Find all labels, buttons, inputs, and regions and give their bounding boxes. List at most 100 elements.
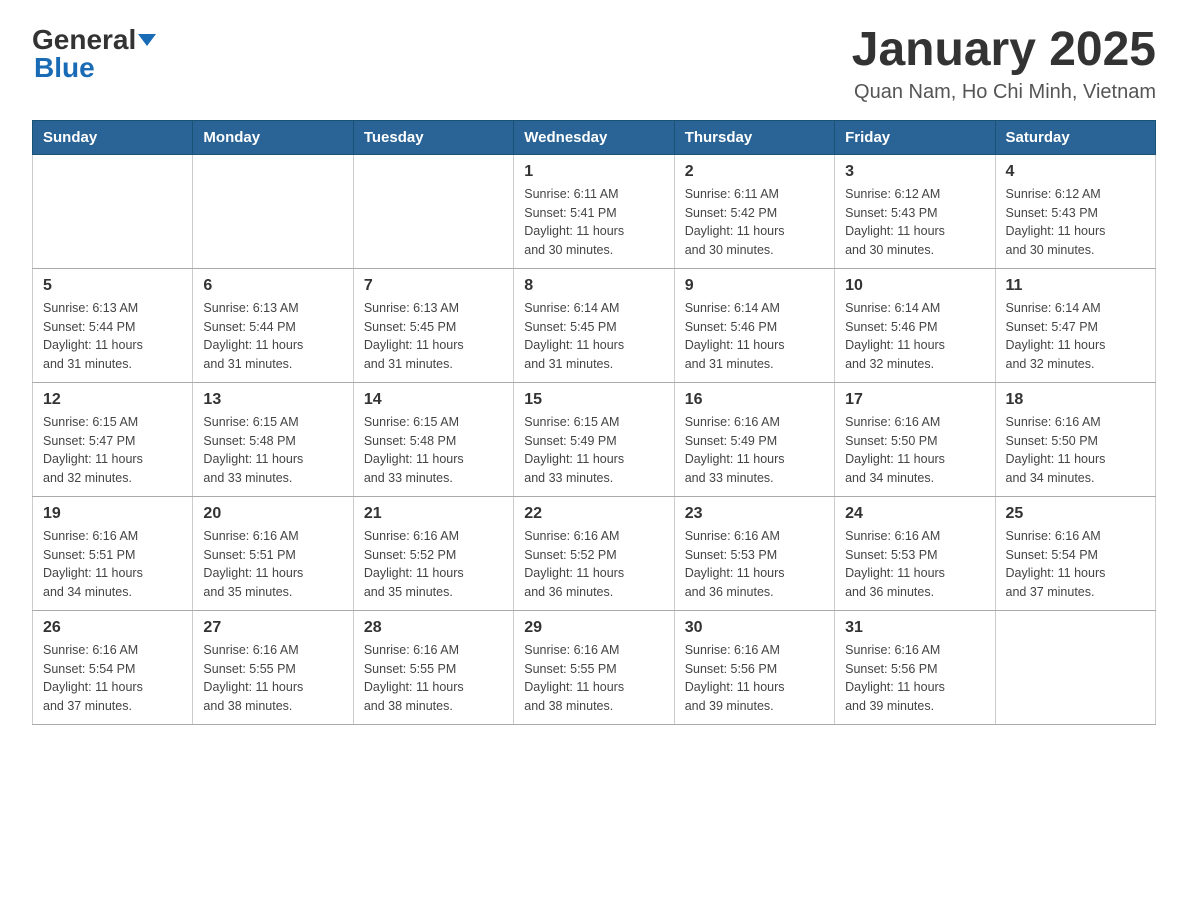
calendar-cell: 9 Sunrise: 6:14 AM Sunset: 5:46 PM Daylig…	[674, 268, 834, 382]
calendar-week-row: 12Sunrise: 6:15 AM Sunset: 5:47 PM Dayli…	[33, 382, 1156, 496]
day-info: Sunrise: 6:11 AM Sunset: 5:41 PM Dayligh…	[524, 185, 663, 260]
calendar-week-row: 26 Sunrise: 6:16 AM Sunset: 5:54 PM Dayli…	[33, 610, 1156, 724]
day-number: 20	[203, 505, 342, 523]
calendar-cell: 29 Sunrise: 6:16 AM Sunset: 5:55 PM Dayli…	[514, 610, 674, 724]
day-number: 6	[203, 277, 342, 295]
calendar-day-header: Tuesday	[353, 120, 513, 154]
calendar-week-row: 1 Sunrise: 6:11 AM Sunset: 5:41 PM Daylig…	[33, 154, 1156, 268]
day-info: Sunrise: 6:15 AM Sunset: 5:48 PM Dayligh…	[364, 413, 503, 488]
day-info: Sunrise: 6:16 AM Sunset: 5:51 PM Dayligh…	[203, 527, 342, 602]
calendar-cell: 15 Sunrise: 6:15 AM Sunset: 5:49 PM Dayli…	[514, 382, 674, 496]
day-number: 16	[685, 391, 824, 409]
day-number: 11	[1006, 277, 1145, 295]
day-number: 10	[845, 277, 984, 295]
day-info: Sunrise: 6:16 AM Sunset: 5:50 PM Dayligh…	[1006, 413, 1145, 488]
calendar-week-row: 5Sunrise: 6:13 AM Sunset: 5:44 PM Daylig…	[33, 268, 1156, 382]
day-info: Sunrise: 6:16 AM Sunset: 5:52 PM Dayligh…	[524, 527, 663, 602]
calendar-cell: 2 Sunrise: 6:11 AM Sunset: 5:42 PM Daylig…	[674, 154, 834, 268]
day-number: 18	[1006, 391, 1145, 409]
calendar-cell: 28Sunrise: 6:16 AM Sunset: 5:55 PM Dayli…	[353, 610, 513, 724]
day-number: 7	[364, 277, 503, 295]
logo-blue-text: Blue	[34, 52, 95, 84]
day-number: 9	[685, 277, 824, 295]
day-info: Sunrise: 6:13 AM Sunset: 5:44 PM Dayligh…	[43, 299, 182, 374]
calendar-cell: 7 Sunrise: 6:13 AM Sunset: 5:45 PM Daylig…	[353, 268, 513, 382]
calendar-day-header: Saturday	[995, 120, 1155, 154]
day-info: Sunrise: 6:14 AM Sunset: 5:46 PM Dayligh…	[685, 299, 824, 374]
calendar-cell: 24 Sunrise: 6:16 AM Sunset: 5:53 PM Dayli…	[835, 496, 995, 610]
calendar-cell	[193, 154, 353, 268]
day-info: Sunrise: 6:16 AM Sunset: 5:49 PM Dayligh…	[685, 413, 824, 488]
day-info: Sunrise: 6:16 AM Sunset: 5:55 PM Dayligh…	[203, 641, 342, 716]
calendar-cell: 16 Sunrise: 6:16 AM Sunset: 5:49 PM Dayli…	[674, 382, 834, 496]
day-number: 3	[845, 163, 984, 181]
day-info: Sunrise: 6:16 AM Sunset: 5:53 PM Dayligh…	[845, 527, 984, 602]
calendar-cell: 31 Sunrise: 6:16 AM Sunset: 5:56 PM Dayli…	[835, 610, 995, 724]
day-info: Sunrise: 6:11 AM Sunset: 5:42 PM Dayligh…	[685, 185, 824, 260]
day-number: 12	[43, 391, 182, 409]
header: General Blue January 2025 Quan Nam, Ho C…	[32, 24, 1156, 104]
calendar-cell: 25Sunrise: 6:16 AM Sunset: 5:54 PM Dayli…	[995, 496, 1155, 610]
day-info: Sunrise: 6:13 AM Sunset: 5:45 PM Dayligh…	[364, 299, 503, 374]
calendar-cell: 1 Sunrise: 6:11 AM Sunset: 5:41 PM Daylig…	[514, 154, 674, 268]
day-info: Sunrise: 6:14 AM Sunset: 5:46 PM Dayligh…	[845, 299, 984, 374]
page-subtitle: Quan Nam, Ho Chi Minh, Vietnam	[852, 81, 1156, 104]
day-info: Sunrise: 6:12 AM Sunset: 5:43 PM Dayligh…	[845, 185, 984, 260]
day-number: 26	[43, 619, 182, 637]
calendar-cell: 5Sunrise: 6:13 AM Sunset: 5:44 PM Daylig…	[33, 268, 193, 382]
calendar-cell	[33, 154, 193, 268]
day-info: Sunrise: 6:16 AM Sunset: 5:50 PM Dayligh…	[845, 413, 984, 488]
day-info: Sunrise: 6:16 AM Sunset: 5:56 PM Dayligh…	[845, 641, 984, 716]
calendar-day-header: Sunday	[33, 120, 193, 154]
day-info: Sunrise: 6:14 AM Sunset: 5:47 PM Dayligh…	[1006, 299, 1145, 374]
calendar-day-header: Monday	[193, 120, 353, 154]
calendar-day-header: Friday	[835, 120, 995, 154]
calendar-cell: 26 Sunrise: 6:16 AM Sunset: 5:54 PM Dayli…	[33, 610, 193, 724]
calendar-cell: 12Sunrise: 6:15 AM Sunset: 5:47 PM Dayli…	[33, 382, 193, 496]
day-number: 28	[364, 619, 503, 637]
logo-area: General Blue	[32, 24, 158, 84]
logo-triangle-icon	[138, 34, 156, 46]
day-number: 17	[845, 391, 984, 409]
page-title: January 2025	[852, 24, 1156, 77]
day-info: Sunrise: 6:16 AM Sunset: 5:55 PM Dayligh…	[524, 641, 663, 716]
calendar-cell: 19 Sunrise: 6:16 AM Sunset: 5:51 PM Dayli…	[33, 496, 193, 610]
day-number: 24	[845, 505, 984, 523]
calendar-cell: 23Sunrise: 6:16 AM Sunset: 5:53 PM Dayli…	[674, 496, 834, 610]
calendar-cell: 3 Sunrise: 6:12 AM Sunset: 5:43 PM Daylig…	[835, 154, 995, 268]
day-number: 4	[1006, 163, 1145, 181]
calendar-table: SundayMondayTuesdayWednesdayThursdayFrid…	[32, 120, 1156, 725]
calendar-week-row: 19 Sunrise: 6:16 AM Sunset: 5:51 PM Dayli…	[33, 496, 1156, 610]
day-number: 31	[845, 619, 984, 637]
day-info: Sunrise: 6:15 AM Sunset: 5:48 PM Dayligh…	[203, 413, 342, 488]
day-number: 27	[203, 619, 342, 637]
day-number: 8	[524, 277, 663, 295]
calendar-cell	[353, 154, 513, 268]
day-info: Sunrise: 6:13 AM Sunset: 5:44 PM Dayligh…	[203, 299, 342, 374]
day-number: 1	[524, 163, 663, 181]
calendar-cell: 8 Sunrise: 6:14 AM Sunset: 5:45 PM Daylig…	[514, 268, 674, 382]
day-number: 15	[524, 391, 663, 409]
day-info: Sunrise: 6:16 AM Sunset: 5:52 PM Dayligh…	[364, 527, 503, 602]
calendar-day-header: Wednesday	[514, 120, 674, 154]
day-number: 21	[364, 505, 503, 523]
day-number: 14	[364, 391, 503, 409]
calendar-cell: 17 Sunrise: 6:16 AM Sunset: 5:50 PM Dayli…	[835, 382, 995, 496]
calendar-cell: 4 Sunrise: 6:12 AM Sunset: 5:43 PM Daylig…	[995, 154, 1155, 268]
day-info: Sunrise: 6:15 AM Sunset: 5:49 PM Dayligh…	[524, 413, 663, 488]
calendar-cell: 11 Sunrise: 6:14 AM Sunset: 5:47 PM Dayli…	[995, 268, 1155, 382]
calendar-cell: 30Sunrise: 6:16 AM Sunset: 5:56 PM Dayli…	[674, 610, 834, 724]
calendar-cell	[995, 610, 1155, 724]
day-info: Sunrise: 6:16 AM Sunset: 5:54 PM Dayligh…	[43, 641, 182, 716]
day-info: Sunrise: 6:12 AM Sunset: 5:43 PM Dayligh…	[1006, 185, 1145, 260]
day-info: Sunrise: 6:16 AM Sunset: 5:51 PM Dayligh…	[43, 527, 182, 602]
calendar-cell: 13Sunrise: 6:15 AM Sunset: 5:48 PM Dayli…	[193, 382, 353, 496]
calendar-cell: 14 Sunrise: 6:15 AM Sunset: 5:48 PM Dayli…	[353, 382, 513, 496]
day-number: 22	[524, 505, 663, 523]
calendar-header-row: SundayMondayTuesdayWednesdayThursdayFrid…	[33, 120, 1156, 154]
day-info: Sunrise: 6:14 AM Sunset: 5:45 PM Dayligh…	[524, 299, 663, 374]
day-number: 19	[43, 505, 182, 523]
calendar-cell: 20 Sunrise: 6:16 AM Sunset: 5:51 PM Dayli…	[193, 496, 353, 610]
day-number: 2	[685, 163, 824, 181]
day-number: 29	[524, 619, 663, 637]
